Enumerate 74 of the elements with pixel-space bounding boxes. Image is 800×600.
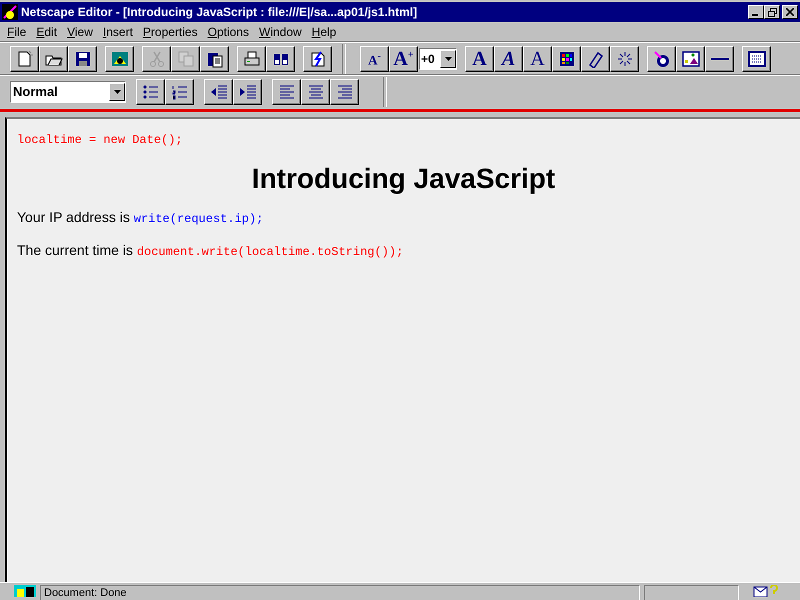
indent-icon <box>238 82 256 100</box>
toolbar-button[interactable] <box>742 46 771 72</box>
script-code: localtime = new Date(); <box>17 133 184 147</box>
window-title: Netscape Editor - [Introducing JavaScript : file:///E|/sa...ap01/js1.html] <box>21 5 418 19</box>
target-icon <box>616 50 634 68</box>
paragraph-text: Your IP address is <box>17 209 131 225</box>
cut-icon <box>148 50 166 68</box>
toolbar-button[interactable] <box>233 78 262 104</box>
toolbar-button[interactable] <box>581 46 610 72</box>
paragraph-text: The current time is <box>17 242 134 258</box>
security-icon <box>14 585 36 597</box>
bold-button[interactable]: A <box>465 46 494 72</box>
print-icon <box>242 50 260 68</box>
edit-icon <box>308 50 326 68</box>
toolbar-button[interactable] <box>68 46 97 72</box>
toolbar-button[interactable] <box>237 46 266 72</box>
copy-icon <box>176 50 194 68</box>
menu-item[interactable]: Help <box>306 25 342 39</box>
toolbar-button[interactable] <box>303 46 332 72</box>
toolbar-button[interactable] <box>705 46 734 72</box>
rule-icon <box>710 58 728 60</box>
toolbar-button[interactable] <box>105 46 134 72</box>
paste-icon <box>206 50 224 68</box>
close-icon <box>786 8 794 16</box>
fixed-button[interactable]: A <box>523 46 552 72</box>
align-right-icon <box>336 82 354 100</box>
toolbar-button[interactable] <box>266 46 295 72</box>
paragraph-style-dropdown[interactable]: Normal <box>10 80 126 102</box>
align-center-icon <box>306 82 324 100</box>
script-code: write(request.ip); <box>134 212 264 226</box>
status-message: Document: Done <box>40 585 640 600</box>
increase-font-button[interactable]: A$^{+}$ <box>389 46 418 72</box>
toolbar-button[interactable] <box>10 46 39 72</box>
script-code: document.write(localtime.toString()); <box>136 245 404 259</box>
decrease-font-button[interactable]: A$^{-}$ <box>360 46 389 72</box>
minimize-button[interactable] <box>748 5 764 19</box>
heading: Introducing JavaScript <box>250 163 556 195</box>
toolbar-button[interactable] <box>676 46 705 72</box>
dropdown-arrow-icon <box>444 57 452 61</box>
outdent-icon <box>210 82 228 100</box>
menu-item[interactable]: Properties <box>138 25 203 39</box>
toolbar-button[interactable] <box>330 78 359 104</box>
toolbar-button[interactable] <box>301 78 330 104</box>
menu-item[interactable]: Window <box>254 25 307 39</box>
dropdown-arrow-icon <box>114 90 120 94</box>
toolbar-button[interactable] <box>204 78 233 104</box>
restore-button[interactable] <box>764 5 780 19</box>
align-left-icon <box>278 82 296 100</box>
mail-icon <box>753 585 779 597</box>
menu-item[interactable]: File <box>2 25 32 39</box>
toolbar-button[interactable] <box>610 46 639 72</box>
publish-icon <box>110 50 128 68</box>
toolbar-button[interactable] <box>647 46 676 72</box>
toolbar-button[interactable] <box>165 78 194 104</box>
color-icon <box>558 50 576 68</box>
bullets-icon <box>142 82 160 100</box>
menu-item[interactable]: View <box>62 25 98 39</box>
image-icon <box>682 50 700 68</box>
toolbar-button[interactable] <box>200 46 229 72</box>
italic-button[interactable]: A <box>494 46 523 72</box>
toolbar-button[interactable] <box>272 78 301 104</box>
close-button[interactable] <box>782 5 798 19</box>
save-icon <box>74 50 92 68</box>
new-icon <box>16 50 34 68</box>
menu-item[interactable]: Options <box>202 25 254 39</box>
restore-icon <box>768 8 776 16</box>
toolbar-button[interactable] <box>136 78 165 104</box>
toolbar-button[interactable] <box>552 46 581 72</box>
menu-item[interactable]: Edit <box>31 25 62 39</box>
toolbar-button[interactable] <box>39 46 68 72</box>
font-size-dropdown[interactable]: +0 <box>419 48 457 70</box>
table-icon <box>748 50 766 68</box>
link-icon <box>586 50 604 68</box>
menu-item[interactable]: Insert <box>98 25 138 39</box>
